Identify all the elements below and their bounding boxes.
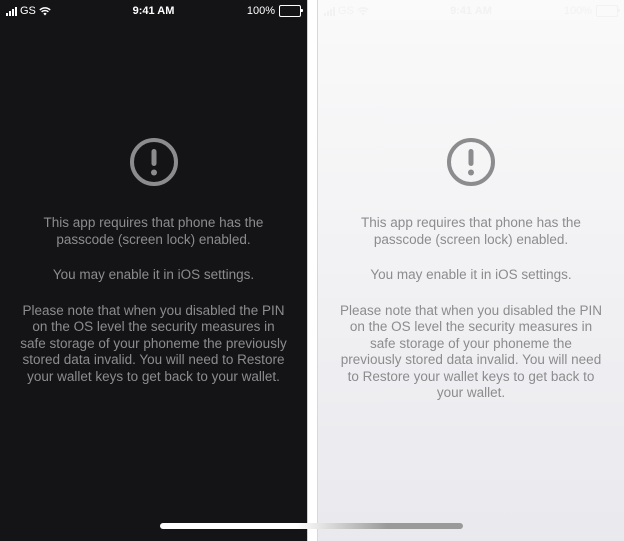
message-paragraph-1: This app requires that phone has the pas… — [43, 215, 264, 247]
battery-icon — [596, 5, 620, 17]
status-bar: GS 9:41 AM 100% — [0, 0, 307, 22]
exclamation-circle-icon — [129, 138, 178, 186]
message-paragraph-2: You may enable it in iOS settings. — [52, 267, 255, 282]
passcode-required-message: This app requires that phone has the pas… — [338, 137, 604, 421]
exclamation-circle-icon — [447, 138, 495, 186]
screen-divider — [308, 0, 317, 541]
battery-percent: 100% — [246, 5, 275, 17]
battery-percent: 100% — [563, 5, 592, 17]
message-paragraph-3: Please note that when you disabled the P… — [340, 302, 602, 401]
battery-icon — [279, 5, 303, 17]
light-theme-screen: GS 9:41 AM 100% This app requires that p… — [317, 0, 624, 541]
message-paragraph-3: Please note that when you disabled the P… — [20, 302, 287, 384]
message-paragraph-1: This app requires that phone has the pas… — [361, 215, 581, 247]
dark-theme-screen: GS 9:41 AM 100% This app requires that p… — [0, 0, 308, 541]
home-indicator[interactable] — [160, 523, 463, 529]
passcode-required-message: This app requires that phone has the pas… — [20, 137, 287, 404]
status-bar: GS 9:41 AM 100% — [318, 0, 624, 22]
message-paragraph-2: You may enable it in iOS settings. — [370, 267, 572, 282]
